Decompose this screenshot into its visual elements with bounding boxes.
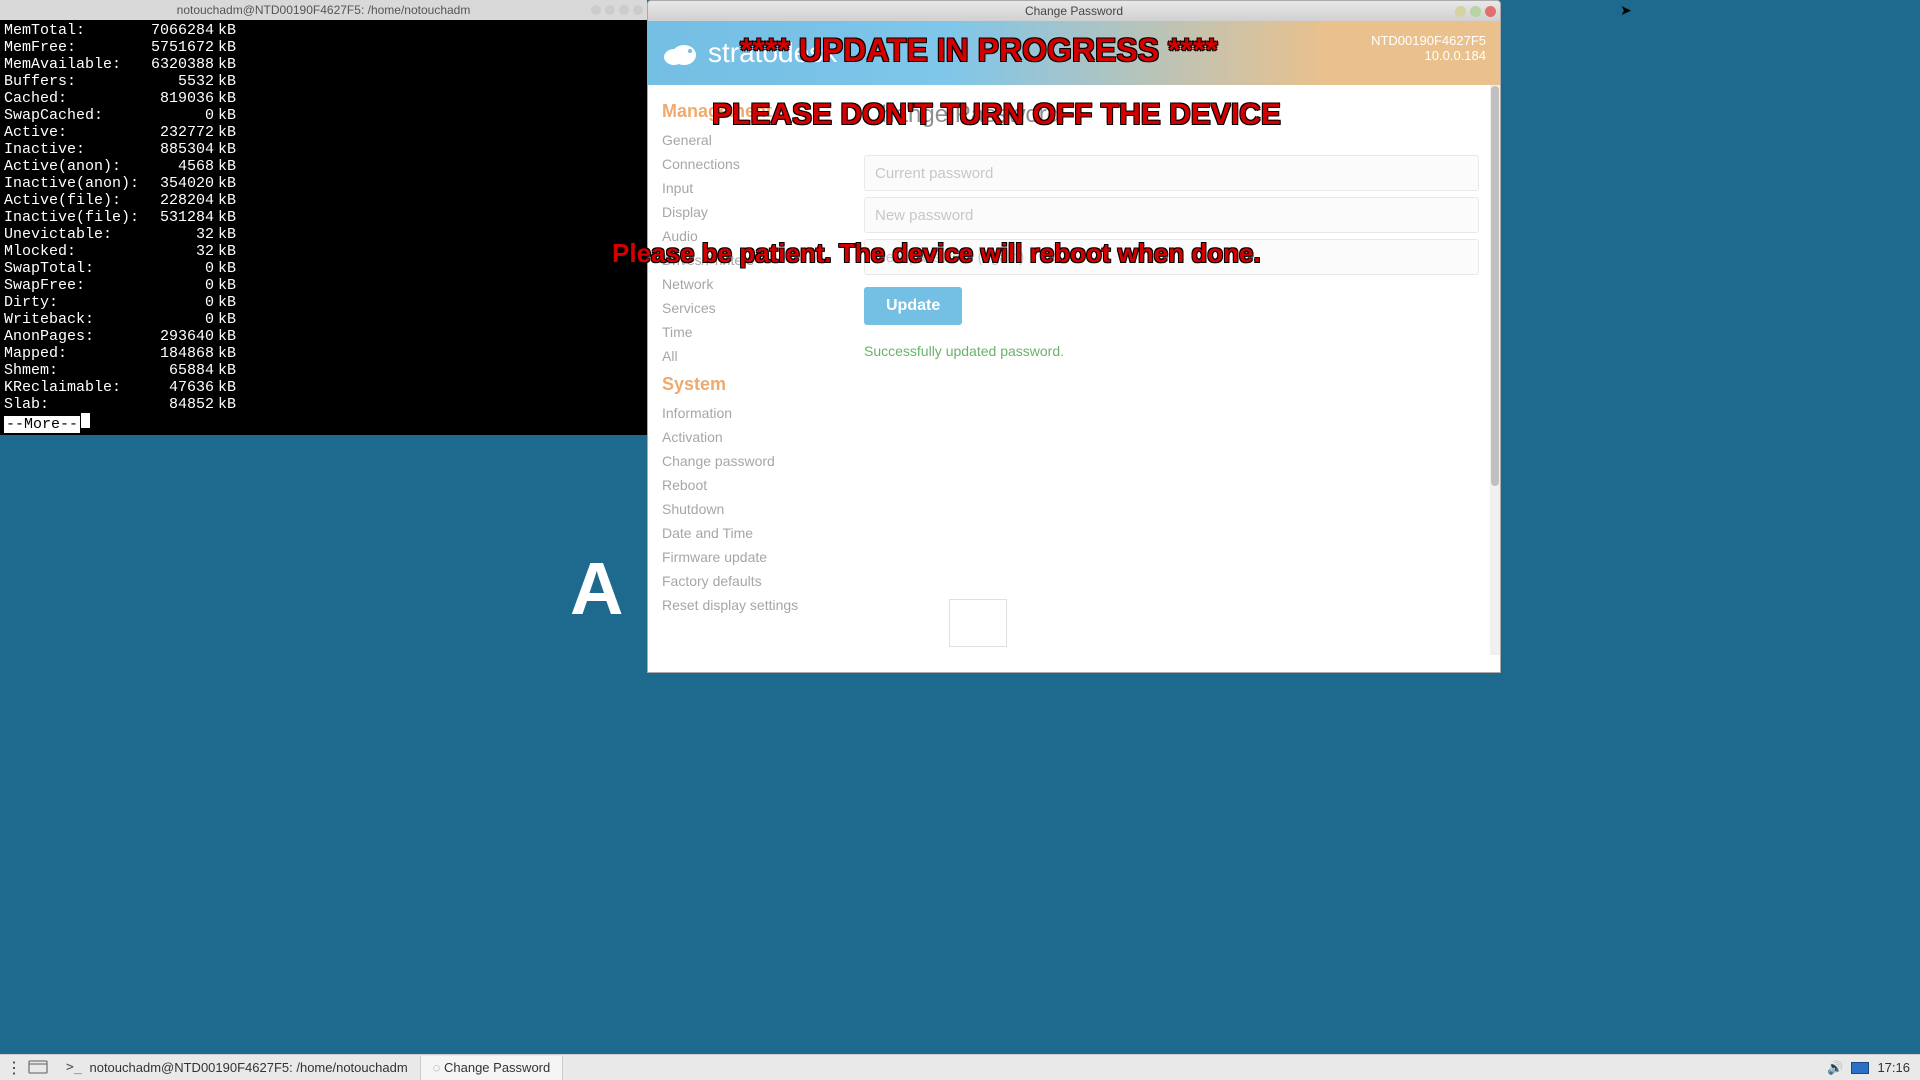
close-icon[interactable]	[1485, 6, 1496, 17]
shade-icon[interactable]	[633, 5, 643, 15]
page-header: stratodesk NTD00190F4627F5 10.0.0.184	[648, 21, 1500, 85]
header-host-info: NTD00190F4627F5 10.0.0.184	[1371, 33, 1486, 63]
sidebar-item[interactable]: Date and Time	[662, 521, 830, 545]
sidebar-item[interactable]: Information	[662, 401, 830, 425]
terminal-row: SwapTotal:0kB	[4, 260, 643, 277]
taskbar-browser-label: Change Password	[444, 1060, 550, 1075]
sidebar-item[interactable]: Input	[662, 176, 830, 200]
sidebar-item[interactable]: Audio	[662, 224, 830, 248]
terminal-row: Dirty:0kB	[4, 294, 643, 311]
taskbar-tray: ⋮	[0, 1058, 54, 1078]
new-password-again-input[interactable]: New password (again)	[864, 239, 1479, 275]
maximize-icon[interactable]	[605, 5, 615, 15]
terminal-row: Inactive:885304kB	[4, 141, 643, 158]
stratodesk-logo-icon	[662, 37, 700, 69]
sidebar-item[interactable]: Change password	[662, 449, 830, 473]
cursor-icon: ➤	[1620, 2, 1632, 19]
sidebar-item[interactable]: Drives/Printers	[662, 248, 830, 272]
terminal-row: SwapCached:0kB	[4, 107, 643, 124]
terminal-row: Active(anon):4568kB	[4, 158, 643, 175]
terminal-more[interactable]: --More--	[4, 413, 643, 433]
terminal-row: KReclaimable:47636kB	[4, 379, 643, 396]
terminal-row: Slab:84852kB	[4, 396, 643, 413]
browser-titlebar[interactable]: Change Password	[648, 1, 1500, 21]
terminal-row: Active(file):228204kB	[4, 192, 643, 209]
page-content: Management GeneralConnectionsInputDispla…	[648, 85, 1500, 672]
file-manager-icon[interactable]	[28, 1058, 48, 1077]
success-message: Successfully updated password.	[864, 343, 1480, 359]
terminal-row: Shmem:65884kB	[4, 362, 643, 379]
terminal-row: MemFree:5751672kB	[4, 39, 643, 56]
terminal-icon: >_	[66, 1060, 89, 1075]
sidebar-item[interactable]: All	[662, 344, 830, 368]
sidebar-item[interactable]: Display	[662, 200, 830, 224]
minimize-icon[interactable]	[591, 5, 601, 15]
terminal-row: Mlocked:32kB	[4, 243, 643, 260]
sidebar-section-management: Management	[662, 101, 830, 122]
terminal-row: Writeback:0kB	[4, 311, 643, 328]
taskbar: ⋮ >_ notouchadm@NTD00190F4627F5: /home/n…	[0, 1054, 1920, 1080]
taskbar-terminal-label: notouchadm@NTD00190F4627F5: /home/notouc…	[89, 1060, 407, 1075]
terminal-titlebar[interactable]: notouchadm@NTD00190F4627F5: /home/notouc…	[0, 0, 647, 20]
terminal-row: MemAvailable:6320388kB	[4, 56, 643, 73]
sidebar-item[interactable]: Activation	[662, 425, 830, 449]
sidebar-item[interactable]: Services	[662, 296, 830, 320]
desktop-icon[interactable]: A	[570, 546, 623, 631]
main-panel: Change Password Current password New pas…	[844, 85, 1500, 672]
browser-window: Change Password stratodesk NTD00190F4627…	[647, 0, 1501, 673]
terminal-row: Inactive(anon):354020kB	[4, 175, 643, 192]
sidebar-item[interactable]: Reboot	[662, 473, 830, 497]
sidebar-item[interactable]: Time	[662, 320, 830, 344]
terminal-controls	[591, 5, 643, 15]
sidebar-item[interactable]: Connections	[662, 152, 830, 176]
terminal-row: AnonPages:293640kB	[4, 328, 643, 345]
window-controls	[1455, 6, 1496, 17]
globe-icon: ◌	[433, 1060, 444, 1075]
network-icon[interactable]	[1851, 1062, 1869, 1074]
taskbar-browser-button[interactable]: ◌ Change Password	[421, 1056, 564, 1080]
terminal-row: Unevictable:32kB	[4, 226, 643, 243]
clock[interactable]: 17:16	[1877, 1060, 1910, 1075]
scrollbar-thumb[interactable]	[1491, 86, 1499, 486]
page-title: Change Password	[864, 101, 1480, 129]
scrollbar[interactable]	[1490, 85, 1500, 655]
taskbar-terminal-button[interactable]: >_ notouchadm@NTD00190F4627F5: /home/not…	[54, 1056, 421, 1080]
sidebar: Management GeneralConnectionsInputDispla…	[648, 85, 844, 672]
terminal-row: MemTotal:7066284kB	[4, 22, 643, 39]
sound-icon[interactable]: 🔊	[1827, 1060, 1843, 1076]
ip-address: 10.0.0.184	[1371, 48, 1486, 63]
system-tray: 🔊 17:16	[1817, 1060, 1920, 1076]
sidebar-item[interactable]: General	[662, 128, 830, 152]
terminal-row: SwapFree:0kB	[4, 277, 643, 294]
maximize-icon[interactable]	[1470, 6, 1481, 17]
terminal-body[interactable]: MemTotal:7066284kBMemFree:5751672kBMemAv…	[0, 20, 647, 435]
menu-icon[interactable]: ⋮	[6, 1058, 22, 1078]
logo: stratodesk	[662, 37, 837, 69]
terminal-row: Inactive(file):531284kB	[4, 209, 643, 226]
terminal-row: Active:232772kB	[4, 124, 643, 141]
sidebar-item[interactable]: Factory defaults	[662, 569, 830, 593]
sidebar-item[interactable]: Firmware update	[662, 545, 830, 569]
sidebar-item[interactable]: Shutdown	[662, 497, 830, 521]
update-button[interactable]: Update	[864, 287, 962, 325]
sidebar-section-system: System	[662, 374, 830, 395]
terminal-row: Buffers:5532kB	[4, 73, 643, 90]
browser-title: Change Password	[1025, 4, 1123, 18]
hostname: NTD00190F4627F5	[1371, 33, 1486, 48]
terminal-row: Mapped:184868kB	[4, 345, 643, 362]
terminal-title: notouchadm@NTD00190F4627F5: /home/notouc…	[177, 3, 471, 17]
overlay-box	[949, 599, 1007, 647]
terminal-window: notouchadm@NTD00190F4627F5: /home/notouc…	[0, 0, 647, 435]
terminal-row: Cached:819036kB	[4, 90, 643, 107]
logo-text: stratodesk	[708, 37, 837, 69]
minimize-icon[interactable]	[1455, 6, 1466, 17]
close-icon[interactable]	[619, 5, 629, 15]
sidebar-item[interactable]: Reset display settings	[662, 593, 830, 617]
current-password-input[interactable]: Current password	[864, 155, 1479, 191]
sidebar-item[interactable]: Network	[662, 272, 830, 296]
new-password-input[interactable]: New password	[864, 197, 1479, 233]
